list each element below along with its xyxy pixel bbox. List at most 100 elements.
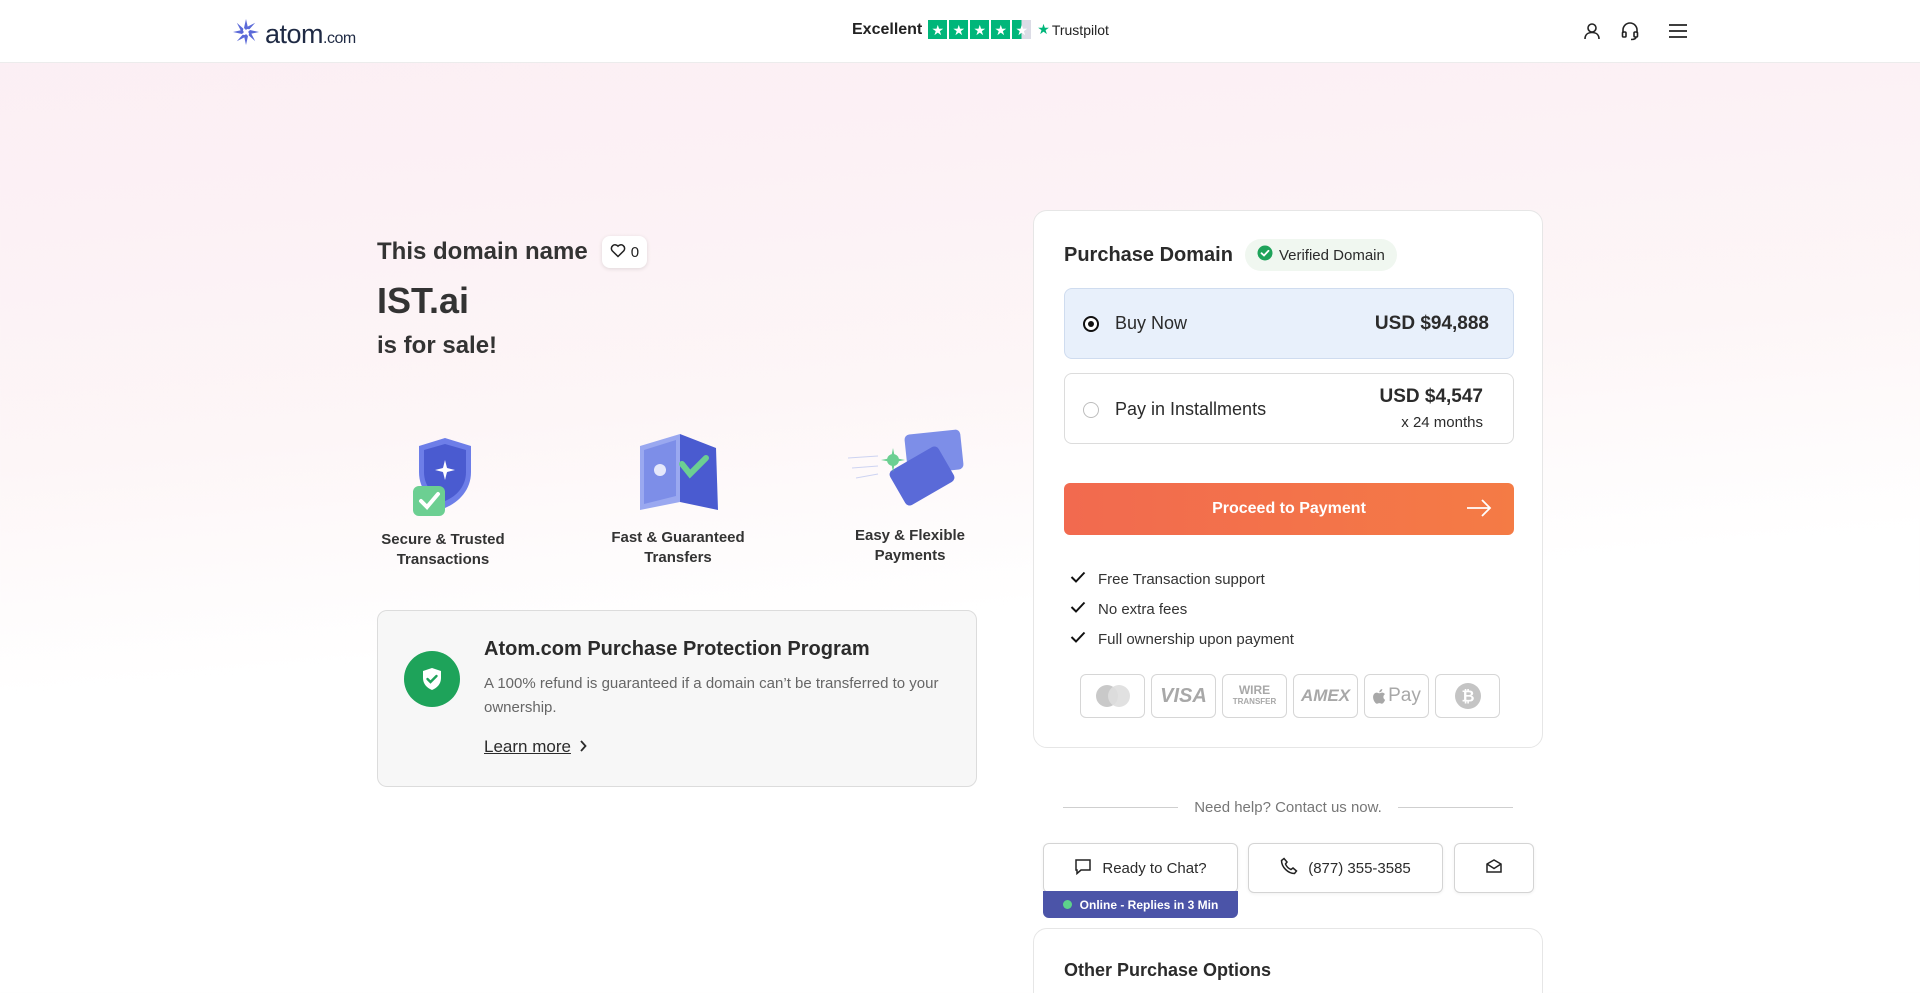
learn-more-link[interactable]: Learn more <box>484 737 587 757</box>
perks-list: Free Transaction support No extra fees F… <box>1070 564 1294 654</box>
hero-post-title: is for sale! <box>377 332 498 359</box>
atom-star-icon <box>231 17 261 52</box>
option-buy-now[interactable]: Buy Now USD $94,888 <box>1064 288 1514 359</box>
radio-installments[interactable] <box>1083 402 1099 418</box>
apple-pay-icon: Pay <box>1364 674 1429 718</box>
proceed-to-payment-button[interactable]: Proceed to Payment <box>1064 483 1514 535</box>
user-icon[interactable] <box>1580 19 1604 43</box>
proceed-label: Proceed to Payment <box>1212 500 1366 517</box>
arrow-right-icon <box>1466 497 1492 524</box>
transfer-icon <box>626 430 730 518</box>
help-divider: Need help? Contact us now. <box>1063 797 1513 817</box>
trustpilot-brand: ★ Trustpilot <box>1037 21 1109 38</box>
domain-name: IST.ai <box>377 280 470 321</box>
feature-transfer-line2: Transfers <box>644 549 712 566</box>
favorite-button[interactable]: 0 <box>601 236 648 268</box>
bitcoin-icon: ₿ <box>1435 674 1500 718</box>
perk-label: No extra fees <box>1098 600 1188 618</box>
star-icon: ★ <box>949 20 969 39</box>
installments-term: x 24 months <box>1401 414 1483 431</box>
online-status-bar: Online - Replies in 3 Min <box>1043 891 1238 918</box>
phone-icon <box>1280 857 1298 879</box>
verified-badge: Verified Domain <box>1244 239 1397 271</box>
feature-secure-line1: Secure & Trusted <box>381 531 505 548</box>
visa-icon: VISA <box>1151 674 1216 718</box>
chat-label: Ready to Chat? <box>1102 859 1207 877</box>
trustpilot-name: Trustpilot <box>1051 21 1109 38</box>
divider-line <box>1397 806 1513 808</box>
check-icon <box>1070 630 1086 648</box>
hero: This domain name 0 IST.ai is for sale! <box>377 236 648 360</box>
mastercard-icon <box>1080 674 1145 718</box>
purchase-card: Purchase Domain Verified Domain Buy Now … <box>1033 210 1543 748</box>
menu-icon[interactable] <box>1666 19 1690 43</box>
svg-text:₿: ₿ <box>1461 688 1474 706</box>
other-purchase-options: Other Purchase Options <box>1033 928 1543 993</box>
phone-button[interactable]: (877) 355-3585 <box>1248 843 1443 893</box>
logo-wordmark: atom.com <box>265 19 356 50</box>
feature-payments-line1: Easy & Flexible <box>854 527 966 544</box>
online-status-text: Online - Replies in 3 Min <box>1079 897 1219 912</box>
check-icon <box>1070 570 1086 588</box>
amex-icon: AMEX <box>1293 674 1358 718</box>
secure-shield-icon <box>393 432 493 520</box>
chat-bubble-icon <box>1074 858 1092 879</box>
verified-label: Verified Domain <box>1278 246 1385 264</box>
other-options-title: Other Purchase Options <box>1064 960 1272 980</box>
radio-buy-now[interactable] <box>1083 316 1099 332</box>
shield-check-icon <box>404 651 460 707</box>
feature-secure: Secure & Trusted Transactions <box>377 432 509 570</box>
perk-item: Free Transaction support <box>1070 564 1294 594</box>
option-installments[interactable]: Pay in Installments USD $4,547 x 24 mont… <box>1064 373 1514 444</box>
installments-label: Pay in Installments <box>1115 399 1267 419</box>
online-dot-icon <box>1062 900 1072 909</box>
chevron-right-icon <box>579 737 587 757</box>
headset-icon[interactable] <box>1618 19 1642 43</box>
buy-now-label: Buy Now <box>1115 313 1188 333</box>
perk-label: Full ownership upon payment <box>1098 630 1294 648</box>
installments-price: USD $4,547 <box>1379 386 1483 407</box>
perk-item: No extra fees <box>1070 594 1294 624</box>
envelope-icon <box>1485 858 1503 878</box>
trustpilot-rating[interactable]: Excellent ★ ★ ★ ★ ★ ★ Trustpilot <box>852 20 1109 39</box>
atom-logo[interactable]: atom.com <box>231 17 356 52</box>
logo-suffix: .com <box>323 30 356 47</box>
wire-text-top: WIRE <box>1238 683 1271 697</box>
heart-icon <box>610 243 626 262</box>
payments-cards-icon <box>847 428 972 516</box>
favorite-count: 0 <box>630 243 640 261</box>
features-row: Secure & Trusted Transactions Fast & Gua… <box>377 428 977 578</box>
email-button[interactable] <box>1454 843 1534 893</box>
star-icon: ★ <box>991 20 1011 39</box>
perk-label: Free Transaction support <box>1098 570 1265 588</box>
trust-label: Excellent <box>852 20 923 38</box>
logo-main: atom <box>265 19 324 49</box>
feature-payments: Easy & Flexible Payments <box>845 428 975 566</box>
feature-transfer-line1: Fast & Guaranteed <box>611 529 745 546</box>
phone-number: (877) 355-3585 <box>1308 859 1411 877</box>
trust-stars: ★ ★ ★ ★ ★ <box>928 20 1032 39</box>
feature-transfer: Fast & Guaranteed Transfers <box>603 430 753 568</box>
hero-pre-title: This domain name <box>377 238 588 265</box>
wire-transfer-icon: WIRE TRANSFER <box>1222 674 1287 718</box>
trustpilot-star-icon: ★ <box>1037 21 1050 37</box>
feature-secure-line2: Transactions <box>396 551 490 568</box>
verified-check-icon <box>1257 245 1273 265</box>
chat-button[interactable]: Ready to Chat? <box>1043 843 1238 893</box>
wire-text-bottom: TRANSFER <box>1232 697 1277 706</box>
divider-line <box>1063 806 1179 808</box>
purchase-title: Purchase Domain <box>1064 243 1233 266</box>
protection-program: Atom.com Purchase Protection Program A 1… <box>377 610 977 787</box>
buy-now-price: USD $94,888 <box>1374 313 1489 334</box>
help-text: Need help? Contact us now. <box>1194 798 1382 816</box>
feature-payments-line2: Payments <box>874 547 946 564</box>
check-icon <box>1070 600 1086 618</box>
apple-pay-text: Pay <box>1388 685 1421 706</box>
site-header: atom.com Excellent ★ ★ ★ ★ ★ ★ Trustpilo… <box>0 0 1920 63</box>
payment-methods: VISA WIRE TRANSFER AMEX Pay ₿ <box>1080 674 1500 718</box>
header-actions <box>1580 19 1690 43</box>
protection-description: A 100% refund is guaranteed if a domain … <box>484 675 939 716</box>
star-icon: ★ <box>970 20 990 39</box>
perk-item: Full ownership upon payment <box>1070 624 1294 654</box>
half-star-icon: ★ <box>1012 20 1032 39</box>
